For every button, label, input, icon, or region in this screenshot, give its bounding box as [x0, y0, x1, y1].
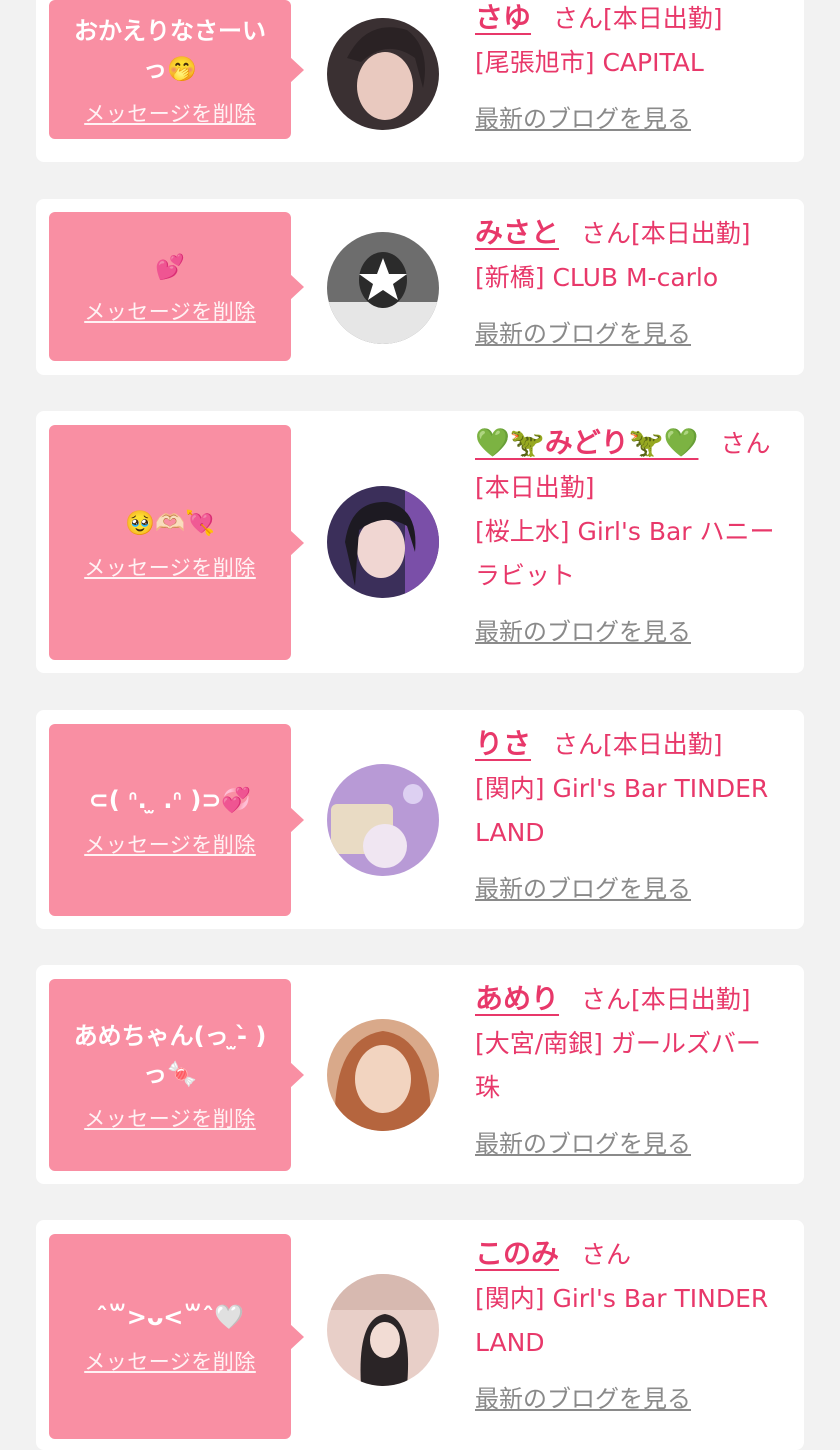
- message-text: あめちゃん(っ ̫-̀ ) っ🍬: [73, 1022, 267, 1088]
- cast-info: みさと さん[本日出勤] [新橋] CLUB M-carlo 最新のブログを見る: [475, 211, 785, 356]
- cast-info: りさ さん[本日出勤] [関内] Girl's Bar TINDER LAND 最…: [475, 722, 785, 911]
- cast-status: さん[本日出勤]: [581, 219, 751, 248]
- cast-name-link[interactable]: あめり: [475, 982, 559, 1015]
- message-card: 💕 メッセージを削除 みさと さん[本日出勤] [新橋] CLUB M-carlo…: [36, 199, 804, 375]
- message-bubble: ˆ꒳>ᴗ<꒳ˆ🤍 メッセージを削除: [49, 1234, 304, 1439]
- cast-status: さん: [581, 1240, 632, 1269]
- cast-name-link[interactable]: みさと: [475, 216, 559, 249]
- message-text: おかえりなさーい っ🤭: [74, 16, 266, 83]
- message-card: ⊂( ᐢ. ̫ .ᐢ )⊃💞 メッセージを削除 りさ さん[本日出勤] [関内] …: [36, 710, 804, 929]
- latest-blog-link[interactable]: 最新のブログを見る: [475, 867, 785, 911]
- message-bubble: おかえりなさーい っ🤭 メッセージを削除: [49, 0, 304, 139]
- cast-name-link[interactable]: さゆ: [475, 1, 531, 34]
- message-card: おかえりなさーい っ🤭 メッセージを削除 さゆ さん[本日出勤] [尾張旭市] C…: [36, 0, 804, 162]
- message-text: 🥹🫶🏻💘: [125, 508, 215, 537]
- latest-blog-link[interactable]: 最新のブログを見る: [475, 610, 785, 654]
- avatar[interactable]: [327, 486, 439, 598]
- delete-message-link[interactable]: メッセージを削除: [84, 1103, 256, 1133]
- latest-blog-link[interactable]: 最新のブログを見る: [475, 1122, 785, 1166]
- message-bubble: ⊂( ᐢ. ̫ .ᐢ )⊃💞 メッセージを削除: [49, 724, 304, 916]
- message-card: ˆ꒳>ᴗ<꒳ˆ🤍 メッセージを削除 このみ さん [関内] Girl's Bar …: [36, 1220, 804, 1450]
- latest-blog-link[interactable]: 最新のブログを見る: [475, 97, 785, 141]
- avatar[interactable]: [327, 1274, 439, 1386]
- cast-name-link[interactable]: 💚🦖みどり🦖💚: [475, 426, 698, 459]
- delete-message-link[interactable]: メッセージを削除: [84, 98, 256, 128]
- cast-name-link[interactable]: このみ: [475, 1237, 559, 1270]
- delete-message-link[interactable]: メッセージを削除: [84, 1346, 256, 1376]
- cast-info: 💚🦖みどり🦖💚 さん[本日出勤] [桜上水] Girl's Bar ハニーラビット…: [475, 421, 785, 654]
- message-card: 🥹🫶🏻💘 メッセージを削除 💚🦖みどり🦖💚 さん[本日出勤] [桜上水] Girl…: [36, 411, 804, 673]
- shop-name: [関内] Girl's Bar TINDER LAND: [475, 1284, 769, 1357]
- message-text: ˆ꒳>ᴗ<꒳ˆ🤍: [95, 1302, 245, 1331]
- shop-name: [大宮/南銀] ガールズバー 珠: [475, 1029, 761, 1102]
- latest-blog-link[interactable]: 最新のブログを見る: [475, 312, 785, 356]
- message-bubble: 🥹🫶🏻💘 メッセージを削除: [49, 425, 304, 660]
- delete-message-link[interactable]: メッセージを削除: [84, 296, 256, 326]
- shop-name: [尾張旭市] CAPITAL: [475, 48, 704, 77]
- shop-name: [関内] Girl's Bar TINDER LAND: [475, 774, 769, 847]
- cast-status: さん[本日出勤]: [581, 985, 751, 1014]
- delete-message-link[interactable]: メッセージを削除: [84, 829, 256, 859]
- message-card: あめちゃん(っ ̫-̀ ) っ🍬 メッセージを削除 あめり さん[本日出勤] [大…: [36, 965, 804, 1184]
- avatar[interactable]: [327, 1019, 439, 1131]
- avatar[interactable]: [327, 764, 439, 876]
- cast-info: あめり さん[本日出勤] [大宮/南銀] ガールズバー 珠 最新のブログを見る: [475, 977, 785, 1166]
- shop-name: [新橋] CLUB M-carlo: [475, 263, 719, 292]
- latest-blog-link[interactable]: 最新のブログを見る: [475, 1377, 785, 1421]
- cast-info: さゆ さん[本日出勤] [尾張旭市] CAPITAL 最新のブログを見る: [475, 0, 785, 141]
- cast-status: さん[本日出勤]: [553, 730, 723, 759]
- cast-status: さん[本日出勤]: [553, 4, 723, 33]
- message-text: 💕: [155, 252, 185, 281]
- cast-info: このみ さん [関内] Girl's Bar TINDER LAND 最新のブログ…: [475, 1232, 785, 1421]
- cast-name-link[interactable]: りさ: [475, 727, 531, 760]
- message-bubble: あめちゃん(っ ̫-̀ ) っ🍬 メッセージを削除: [49, 979, 304, 1171]
- avatar[interactable]: [327, 18, 439, 130]
- message-text: ⊂( ᐢ. ̫ .ᐢ )⊃💞: [88, 786, 252, 814]
- message-bubble: 💕 メッセージを削除: [49, 212, 304, 361]
- shop-name: [桜上水] Girl's Bar ハニーラビット: [475, 517, 775, 590]
- delete-message-link[interactable]: メッセージを削除: [84, 552, 256, 582]
- avatar[interactable]: [327, 232, 439, 344]
